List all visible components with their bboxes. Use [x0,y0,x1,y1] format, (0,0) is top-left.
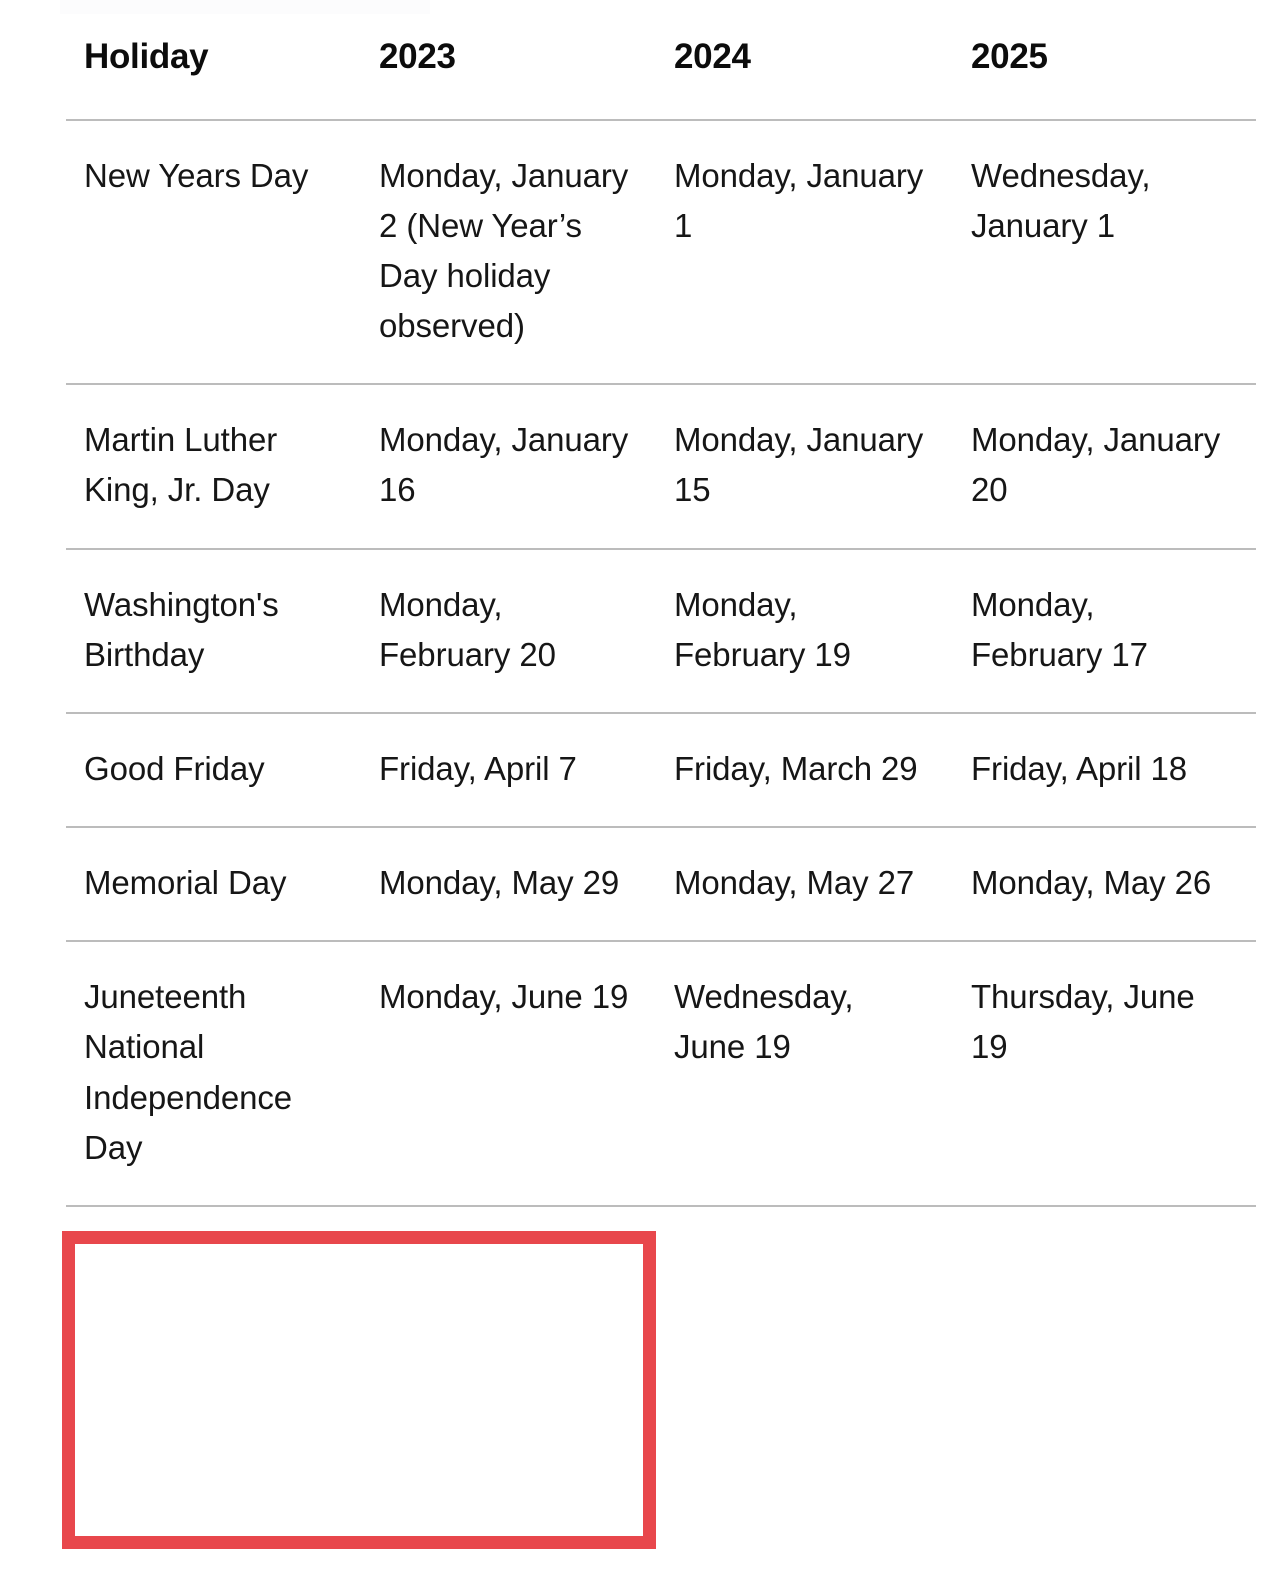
cell-date-2025: Thursday, June 19 [953,941,1256,1207]
cell-date-2024: Monday, February 19 [656,548,953,714]
table-row: Memorial Day Monday, May 29 Monday, May … [66,827,1256,943]
cell-holiday-name: Juneteenth National Independence Day [66,941,361,1207]
column-header-2025: 2025 [953,0,1256,121]
table-header-row: Holiday 2023 2024 2025 [66,0,1256,121]
table-row: Washington's Birthday Monday, February 2… [66,548,1256,714]
cell-date-2025: Monday, May 26 [953,827,1256,943]
cell-date-2024: Wednesday, June 19 [656,941,953,1207]
cell-date-2024: Monday, January 1 [656,119,953,386]
holiday-table-container: Holiday 2023 2024 2025 New Years Day Mon… [66,0,1256,1207]
table-row: Martin Luther King, Jr. Day Monday, Janu… [66,384,1256,550]
cell-date-2024: Monday, May 27 [656,827,953,943]
column-header-2023: 2023 [361,0,656,121]
cell-holiday-name: Martin Luther King, Jr. Day [66,384,361,550]
cell-holiday-name: Memorial Day [66,827,361,943]
cell-date-2023: Monday, February 20 [361,548,656,714]
table-body: New Years Day Monday, January 2 (New Yea… [66,119,1256,1207]
column-header-holiday: Holiday [66,0,361,121]
red-highlight-rectangle [62,1231,656,1549]
cell-date-2025: Monday, February 17 [953,548,1256,714]
column-header-2024: 2024 [656,0,953,121]
table-row: Good Friday Friday, April 7 Friday, Marc… [66,712,1256,829]
cell-holiday-name: Good Friday [66,712,361,829]
cell-date-2024: Friday, March 29 [656,712,953,829]
cell-date-2023: Monday, January 2 (New Year’s Day holida… [361,119,656,386]
cell-date-2025: Friday, April 18 [953,712,1256,829]
cell-date-2025: Wednesday, January 1 [953,119,1256,386]
cell-date-2023: Monday, January 16 [361,384,656,550]
cell-date-2023: Friday, April 7 [361,712,656,829]
cell-date-2024: Monday, January 15 [656,384,953,550]
table-row: New Years Day Monday, January 2 (New Yea… [66,119,1256,386]
cell-date-2023: Monday, June 19 [361,941,656,1207]
cell-date-2025: Monday, January 20 [953,384,1256,550]
table-header: Holiday 2023 2024 2025 [66,0,1256,121]
federal-holiday-table: Holiday 2023 2024 2025 New Years Day Mon… [66,0,1256,1207]
cell-date-2023: Monday, May 29 [361,827,656,943]
cell-holiday-name: New Years Day [66,119,361,386]
table-row-highlighted: Juneteenth National Independence Day Mon… [66,941,1256,1207]
cell-holiday-name: Washington's Birthday [66,548,361,714]
